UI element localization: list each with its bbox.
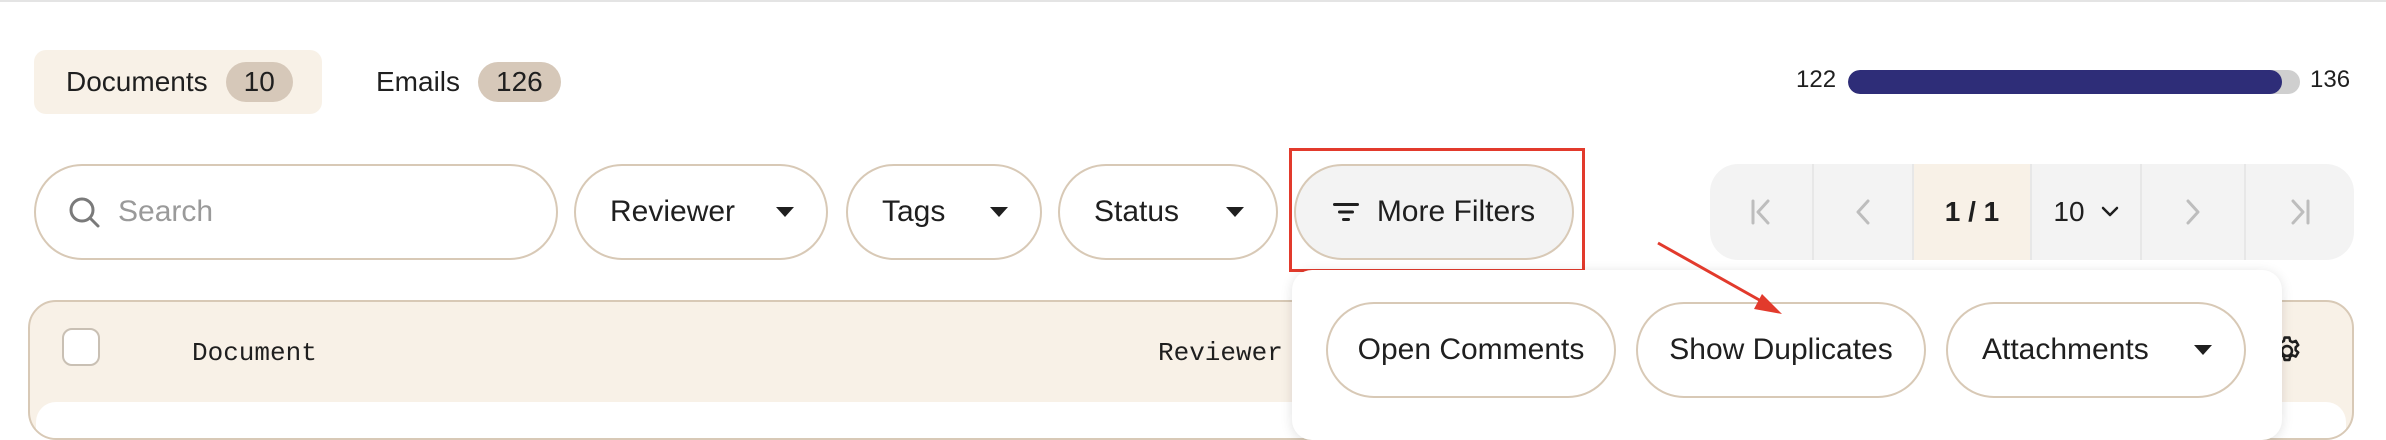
chevron-left-icon — [1856, 199, 1870, 225]
first-page-button[interactable] — [1710, 164, 1814, 260]
column-header-reviewer[interactable]: Reviewer — [1158, 338, 1283, 368]
page-size-value: 10 — [2053, 196, 2085, 227]
highlight-box — [1289, 148, 1585, 272]
search-input[interactable] — [116, 194, 520, 230]
chevron-down-icon — [2101, 206, 2118, 217]
reviewer-filter-label: Reviewer — [610, 195, 736, 228]
documents-count-badge: 10 — [225, 62, 293, 102]
top-divider — [0, 0, 2386, 2]
status-filter-dropdown[interactable]: Status — [1058, 164, 1278, 260]
progress-bar — [1848, 70, 2300, 94]
last-page-button[interactable] — [2246, 164, 2354, 260]
tags-filter-label: Tags — [882, 195, 946, 228]
search-icon — [69, 197, 100, 228]
progress-left-value: 122 — [1796, 66, 1837, 93]
select-all-checkbox[interactable] — [62, 328, 100, 366]
more-filters-popover: Open Comments Show Duplicates Attachment… — [1292, 270, 2282, 440]
first-page-icon — [1751, 199, 1770, 225]
tab-emails[interactable]: Emails 126 — [350, 50, 590, 114]
progress-bar-fill — [1848, 70, 2282, 94]
status-filter-label: Status — [1094, 195, 1180, 228]
show-duplicates-label: Show Duplicates — [1669, 333, 1893, 366]
caret-down-icon — [2194, 345, 2212, 355]
caret-down-icon — [1226, 207, 1244, 217]
search-box[interactable] — [34, 164, 558, 260]
tab-emails-label: Emails — [376, 66, 461, 97]
open-comments-label: Open Comments — [1357, 333, 1585, 366]
open-comments-button[interactable]: Open Comments — [1326, 302, 1616, 398]
page-size-select[interactable]: 10 — [2032, 164, 2142, 260]
emails-count-badge: 126 — [478, 62, 561, 102]
current-page-text: 1 / 1 — [1944, 196, 2000, 227]
reviewer-filter-dropdown[interactable]: Reviewer — [574, 164, 828, 260]
progress-right-value: 136 — [2310, 66, 2351, 93]
chevron-right-icon — [2186, 199, 2200, 225]
pagination: 1 / 1 10 — [1710, 164, 2354, 260]
column-header-document[interactable]: Document — [192, 338, 317, 368]
next-page-button[interactable] — [2142, 164, 2246, 260]
caret-down-icon — [776, 207, 794, 217]
prev-page-button[interactable] — [1814, 164, 1914, 260]
tags-filter-dropdown[interactable]: Tags — [846, 164, 1042, 260]
last-page-icon — [2291, 199, 2310, 225]
show-duplicates-button[interactable]: Show Duplicates — [1636, 302, 1926, 398]
tab-documents-label: Documents — [66, 66, 208, 97]
attachments-dropdown[interactable]: Attachments — [1946, 302, 2246, 398]
caret-down-icon — [990, 207, 1008, 217]
attachments-label: Attachments — [1982, 333, 2149, 366]
tab-documents[interactable]: Documents 10 — [34, 50, 322, 114]
current-page-indicator: 1 / 1 — [1914, 164, 2032, 260]
